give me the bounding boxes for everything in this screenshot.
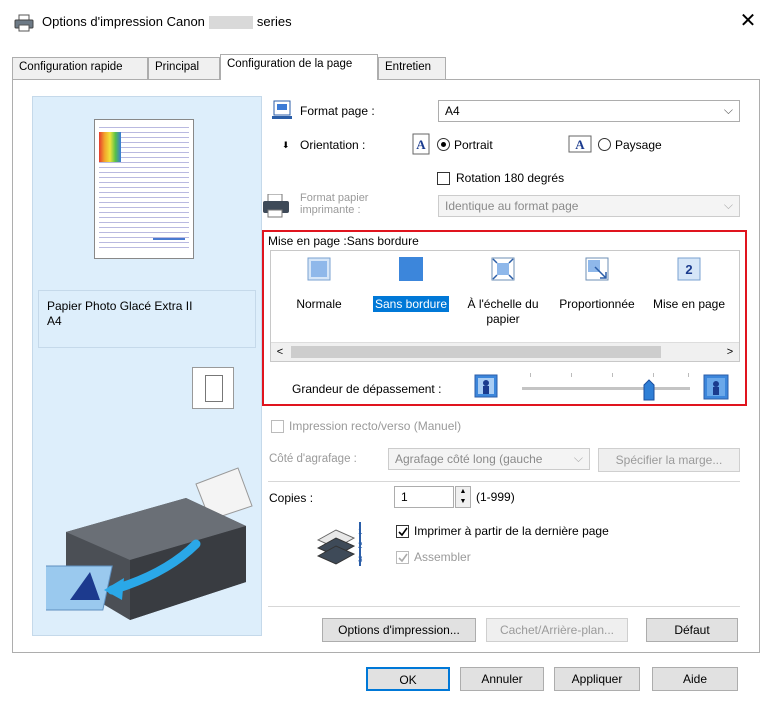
- scrollbar-thumb[interactable]: [291, 346, 661, 358]
- copies-spinner[interactable]: ▲ ▼: [455, 486, 471, 508]
- slider-tick: [571, 373, 572, 377]
- rotate-180-label: Rotation 180 degrés: [456, 171, 565, 185]
- reverse-order-checkbox[interactable]: [396, 525, 409, 538]
- printer-icon: [14, 14, 34, 32]
- apply-button[interactable]: Appliquer: [554, 667, 640, 691]
- separator: [268, 481, 740, 482]
- landscape-radio[interactable]: [598, 138, 611, 151]
- rotate-180-checkbox[interactable]: [437, 172, 450, 185]
- page-size-label: Format page :: [300, 104, 375, 118]
- layout-borderless[interactable]: Sans bordure: [367, 251, 455, 347]
- close-icon: ✕: [739, 10, 757, 32]
- chevron-down-icon: ⌵: [723, 198, 733, 212]
- stapling-select[interactable]: Agrafage côté long (gauche ⌵: [388, 448, 590, 470]
- normal-layout-icon: [307, 257, 331, 281]
- page-layout-2up-icon: 2: [677, 257, 701, 281]
- extension-max-icon: [703, 374, 729, 400]
- slider-tick: [688, 373, 689, 377]
- portrait-radio[interactable]: [437, 138, 450, 151]
- printer-paper-select[interactable]: Identique au format page ⌵: [438, 195, 740, 217]
- tab-quick-setup[interactable]: Configuration rapide: [12, 57, 148, 79]
- collate-checkbox[interactable]: [396, 551, 409, 564]
- extension-slider-track[interactable]: [522, 387, 690, 390]
- slider-tick: [612, 373, 613, 377]
- printer-paper-icon: [263, 194, 289, 218]
- ok-button[interactable]: OK: [366, 667, 450, 691]
- page-preview-graphic: [99, 126, 189, 252]
- copies-stack-icon: 1 2 3: [316, 522, 363, 566]
- layout-fit-to-page[interactable]: À l'échelle du papier: [459, 251, 547, 347]
- tab-main[interactable]: Principal: [148, 57, 220, 79]
- svg-text:2: 2: [685, 262, 692, 277]
- reverse-order-label: Imprimer à partir de la dernière page: [414, 524, 609, 538]
- check-icon: [398, 527, 408, 537]
- stapling-label: Côté d'agrafage :: [269, 453, 357, 465]
- extension-slider-thumb[interactable]: [643, 379, 655, 401]
- svg-text:A: A: [416, 137, 426, 152]
- layout-normal[interactable]: Normale: [275, 251, 363, 347]
- orientation-bullet-icon: ⬇: [282, 140, 290, 150]
- redacted-model: [208, 16, 253, 30]
- portrait-icon: A: [412, 133, 430, 155]
- layout-header: Mise en page :Sans bordure: [268, 234, 419, 248]
- page-size-value: A4: [445, 104, 460, 118]
- scaled-icon: [585, 257, 609, 281]
- portrait-label: Portrait: [454, 138, 493, 152]
- svg-text:2: 2: [358, 541, 363, 550]
- media-type: Papier Photo Glacé Extra II: [47, 299, 193, 313]
- landscape-icon: A: [568, 135, 592, 153]
- tab-maintenance[interactable]: Entretien: [378, 57, 446, 79]
- slider-tick: [530, 373, 531, 377]
- fit-to-page-icon: [491, 257, 515, 281]
- extension-label: Grandeur de dépassement :: [292, 382, 442, 396]
- landscape-label: Paysage: [615, 138, 662, 152]
- separator: [268, 606, 740, 607]
- page-size-icon: [272, 100, 292, 119]
- tab-page-setup[interactable]: Configuration de la page: [220, 54, 378, 80]
- orientation-label: Orientation :: [300, 138, 366, 152]
- borderless-layout-icon: [399, 257, 423, 281]
- page-preview: [94, 119, 194, 259]
- page-outline-icon: [205, 375, 223, 402]
- svg-text:1: 1: [358, 527, 363, 536]
- printer-illustration-icon: [46, 467, 253, 620]
- window-title: Options d'impression Canon series: [42, 14, 292, 30]
- layout-page-layout[interactable]: 2 Mise en page: [645, 251, 733, 347]
- slider-tick: [653, 373, 654, 377]
- defaults-button[interactable]: Défaut: [646, 618, 738, 642]
- copies-input[interactable]: 1: [394, 486, 454, 508]
- stamp-background-button[interactable]: Cachet/Arrière-plan...: [486, 618, 628, 642]
- cancel-button[interactable]: Annuler: [460, 667, 544, 691]
- duplex-checkbox[interactable]: [271, 420, 284, 433]
- copies-range: (1-999): [476, 490, 515, 504]
- duplex-label: Impression recto/verso (Manuel): [289, 419, 462, 433]
- specify-margin-button[interactable]: Spécifier la marge...: [598, 448, 740, 472]
- page-size-select[interactable]: A4 ⌵: [438, 100, 740, 122]
- stapling-value: Agrafage côté long (gauche: [395, 452, 543, 466]
- chevron-down-icon: ⌵: [573, 451, 583, 465]
- printer-paper-value: Identique au format page: [445, 199, 579, 213]
- layout-scaled[interactable]: Proportionnée: [553, 251, 641, 347]
- media-info: Papier Photo Glacé Extra II A4: [38, 290, 256, 348]
- print-options-button[interactable]: Options d'impression...: [322, 618, 476, 642]
- collate-label: Assembler: [414, 550, 471, 564]
- media-size: A4: [47, 314, 62, 328]
- copies-label: Copies :: [269, 491, 314, 505]
- layout-scrollbar[interactable]: < >: [271, 342, 739, 361]
- check-icon: [398, 553, 408, 563]
- svg-text:A: A: [575, 137, 585, 152]
- scroll-right-button[interactable]: >: [721, 343, 739, 362]
- chevron-down-icon: ⌵: [723, 103, 733, 117]
- svg-text:3: 3: [358, 555, 363, 564]
- scroll-left-button[interactable]: <: [271, 343, 289, 362]
- close-button[interactable]: ✕: [735, 8, 761, 34]
- help-button[interactable]: Aide: [652, 667, 738, 691]
- orientation-preview-button[interactable]: [192, 367, 234, 409]
- printer-paper-label: Format papier imprimante :: [300, 192, 369, 216]
- extension-min-icon: [474, 374, 498, 398]
